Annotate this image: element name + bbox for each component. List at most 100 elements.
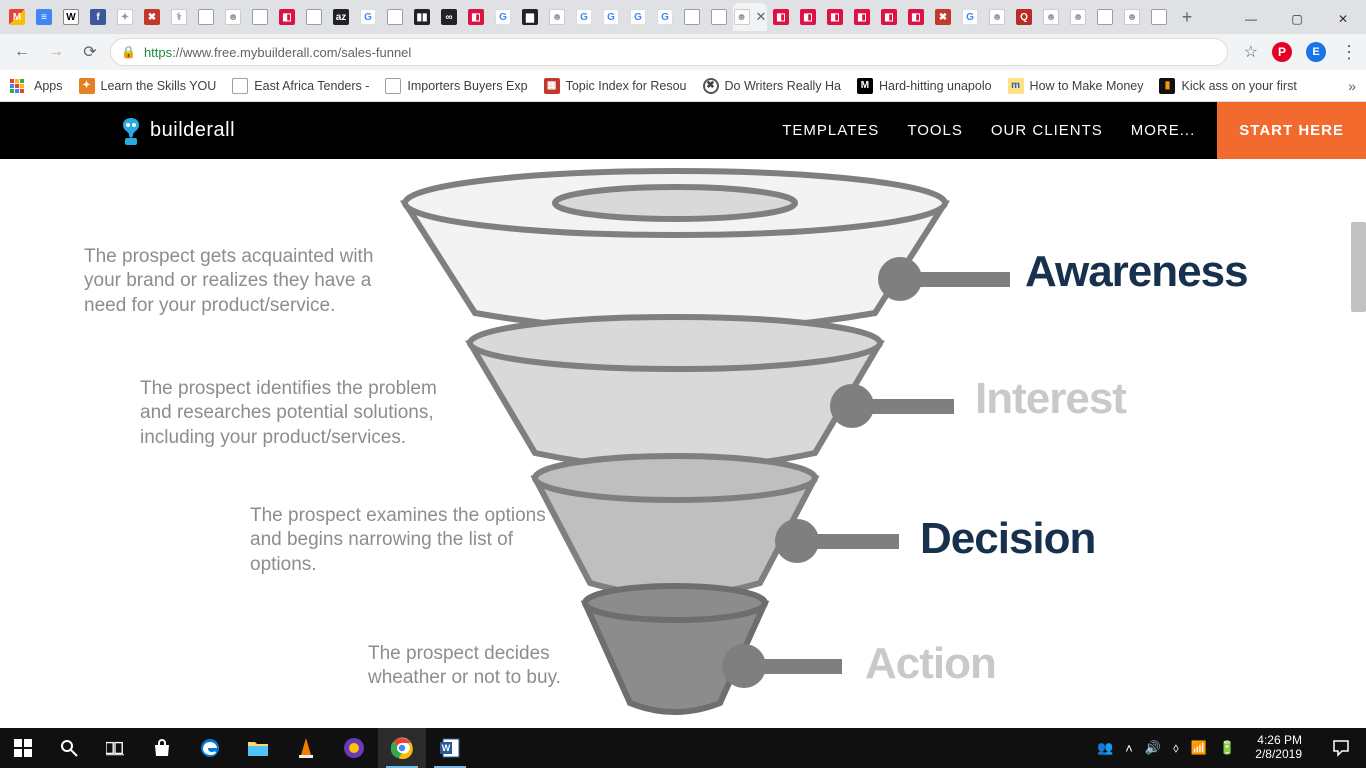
people-icon[interactable]: 👥 bbox=[1097, 740, 1113, 756]
tab[interactable] bbox=[382, 3, 408, 31]
tab[interactable]: ◧ bbox=[795, 3, 821, 31]
bookmark-item[interactable]: East Africa Tenders - bbox=[232, 78, 369, 94]
search-button[interactable] bbox=[46, 728, 92, 768]
tab[interactable]: ☻ bbox=[1065, 3, 1091, 31]
tab[interactable]: Q bbox=[1011, 3, 1037, 31]
taskbar-app-store[interactable] bbox=[138, 728, 186, 768]
stage-title-awareness: Awareness bbox=[1025, 247, 1248, 297]
taskbar-app-vlc[interactable] bbox=[282, 728, 330, 768]
tab[interactable]: W bbox=[58, 3, 84, 31]
tab[interactable]: az bbox=[328, 3, 354, 31]
apps-shortcut[interactable]: Apps bbox=[10, 79, 63, 93]
tab[interactable]: ☻ bbox=[1038, 3, 1064, 31]
forward-button[interactable]: → bbox=[42, 38, 70, 66]
clock-time: 4:26 PM bbox=[1255, 734, 1302, 748]
tab[interactable]: G bbox=[957, 3, 983, 31]
start-button[interactable] bbox=[0, 728, 46, 768]
dropbox-icon[interactable]: ⬨ bbox=[1173, 740, 1179, 756]
page-viewport: builderall TEMPLATES TOOLS OUR CLIENTS M… bbox=[0, 102, 1366, 728]
bookmark-item[interactable]: Importers Buyers Exp bbox=[385, 78, 527, 94]
nav-templates[interactable]: TEMPLATES bbox=[768, 102, 893, 159]
taskbar-app-word[interactable]: W bbox=[426, 728, 474, 768]
tab[interactable]: G bbox=[571, 3, 597, 31]
tab[interactable]: ◧ bbox=[849, 3, 875, 31]
tab[interactable]: ◧ bbox=[768, 3, 794, 31]
svg-text:W: W bbox=[442, 743, 451, 753]
tab[interactable]: ☻ bbox=[1119, 3, 1145, 31]
tab[interactable]: ◧ bbox=[822, 3, 848, 31]
taskbar-app-edge[interactable] bbox=[186, 728, 234, 768]
task-view-button[interactable] bbox=[92, 728, 138, 768]
profile-avatar[interactable]: E bbox=[1306, 42, 1326, 62]
system-clock[interactable]: 4:26 PM 2/8/2019 bbox=[1247, 734, 1310, 762]
tab[interactable]: ∞ bbox=[436, 3, 462, 31]
bookmark-item[interactable]: ✖Do Writers Really Ha bbox=[703, 78, 841, 94]
volume-icon[interactable]: 🔊 bbox=[1145, 740, 1161, 756]
tab[interactable]: ≡ bbox=[31, 3, 57, 31]
tab[interactable] bbox=[247, 3, 273, 31]
bookmark-item[interactable]: MHard-hitting unapolo bbox=[857, 78, 992, 94]
tab[interactable] bbox=[193, 3, 219, 31]
bookmark-item[interactable]: ▦Topic Index for Resou bbox=[544, 78, 687, 94]
tab[interactable]: G bbox=[490, 3, 516, 31]
builderall-mark-icon bbox=[120, 116, 142, 146]
bookmark-item[interactable]: mHow to Make Money bbox=[1008, 78, 1144, 94]
tab[interactable] bbox=[301, 3, 327, 31]
back-button[interactable]: ← bbox=[8, 38, 36, 66]
battery-icon[interactable]: 🔋 bbox=[1219, 740, 1235, 756]
taskbar-app-file-explorer[interactable] bbox=[234, 728, 282, 768]
tab[interactable]: ☻ bbox=[544, 3, 570, 31]
nav-tools[interactable]: TOOLS bbox=[893, 102, 977, 159]
brand-logo[interactable]: builderall bbox=[120, 116, 235, 146]
vertical-scrollbar-thumb[interactable] bbox=[1351, 222, 1366, 312]
tab[interactable]: G bbox=[598, 3, 624, 31]
tab[interactable]: ▆ bbox=[517, 3, 543, 31]
address-bar: ← → ⟳ 🔒 https://www.free.mybuilderall.co… bbox=[0, 34, 1366, 70]
reload-button[interactable]: ⟳ bbox=[76, 38, 104, 66]
tab[interactable] bbox=[1092, 3, 1118, 31]
window-maximize[interactable]: ▢ bbox=[1274, 4, 1320, 34]
tab[interactable]: ◧ bbox=[876, 3, 902, 31]
tab[interactable]: ◧ bbox=[463, 3, 489, 31]
tab[interactable]: f bbox=[85, 3, 111, 31]
taskbar-app-chrome[interactable] bbox=[378, 728, 426, 768]
tab[interactable]: ✦ bbox=[112, 3, 138, 31]
new-tab-button[interactable]: + bbox=[1173, 7, 1201, 28]
tab[interactable]: ▮▮ bbox=[409, 3, 435, 31]
bookmark-star-icon[interactable]: ☆ bbox=[1244, 42, 1258, 62]
tab[interactable]: ☻ bbox=[984, 3, 1010, 31]
tray-overflow-icon[interactable]: ˄ bbox=[1125, 741, 1133, 756]
omnibox[interactable]: 🔒 https://www.free.mybuilderall.com/sale… bbox=[110, 38, 1228, 66]
nav-start-here[interactable]: START HERE bbox=[1217, 102, 1366, 159]
bookmarks-overflow-icon[interactable]: » bbox=[1348, 78, 1356, 94]
stage-title-interest: Interest bbox=[975, 374, 1126, 424]
tab[interactable] bbox=[706, 3, 732, 31]
windows-taskbar: W 👥 ˄ 🔊 ⬨ 📶 🔋 4:26 PM 2/8/2019 bbox=[0, 728, 1366, 768]
tab[interactable] bbox=[1146, 3, 1172, 31]
action-center-icon[interactable] bbox=[1322, 728, 1360, 768]
pinterest-extension-icon[interactable]: P bbox=[1272, 42, 1292, 62]
tab[interactable]: ◧ bbox=[274, 3, 300, 31]
tab[interactable]: G bbox=[652, 3, 678, 31]
tab[interactable]: ✖ bbox=[930, 3, 956, 31]
tab[interactable]: ☻ bbox=[220, 3, 246, 31]
tab[interactable]: G bbox=[625, 3, 651, 31]
stage-desc-interest: The prospect identifies the problem and … bbox=[140, 377, 460, 450]
tab[interactable] bbox=[679, 3, 705, 31]
tab[interactable]: M bbox=[4, 3, 30, 31]
nav-more[interactable]: MORE... bbox=[1117, 102, 1210, 159]
network-icon[interactable]: 📶 bbox=[1191, 740, 1207, 756]
tab-active[interactable]: ☻✕ bbox=[733, 3, 767, 31]
window-close[interactable]: ✕ bbox=[1320, 4, 1366, 34]
tab[interactable]: ⚕ bbox=[166, 3, 192, 31]
tab-close-icon[interactable]: ✕ bbox=[756, 9, 767, 25]
tab[interactable]: ✖ bbox=[139, 3, 165, 31]
nav-our-clients[interactable]: OUR CLIENTS bbox=[977, 102, 1117, 159]
bookmark-item[interactable]: ✦Learn the Skills YOU bbox=[79, 78, 217, 94]
bookmark-item[interactable]: ▮Kick ass on your first bbox=[1159, 78, 1296, 94]
window-minimize[interactable]: — bbox=[1228, 4, 1274, 34]
tab[interactable]: G bbox=[355, 3, 381, 31]
chrome-menu-icon[interactable]: ⋮ bbox=[1340, 42, 1358, 63]
taskbar-app-generic[interactable] bbox=[330, 728, 378, 768]
tab[interactable]: ◧ bbox=[903, 3, 929, 31]
